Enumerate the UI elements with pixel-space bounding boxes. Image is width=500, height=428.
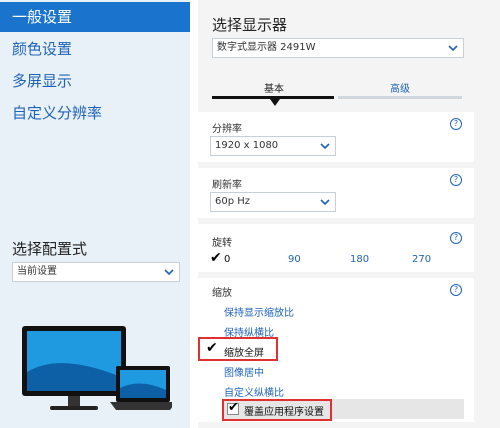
sidebar-item-custom-resolution[interactable]: 自定义分辨率 xyxy=(0,98,190,128)
profile-title: 选择配置式 xyxy=(12,240,88,258)
chevron-down-icon xyxy=(320,199,330,206)
scaling-option-center[interactable]: 图像居中 xyxy=(224,364,264,379)
override-label: 覆盖应用程序设置 xyxy=(244,407,324,418)
sidebar-item-color[interactable]: 颜色设置 xyxy=(0,34,190,64)
rotation-option-270[interactable]: 270 xyxy=(412,254,431,265)
rotation-option-180[interactable]: 180 xyxy=(350,254,369,265)
profile-select[interactable]: 当前设置 xyxy=(12,262,180,282)
scaling-option-custom-aspect[interactable]: 自定义纵横比 xyxy=(224,384,284,399)
sidebar: 一般设置 颜色设置 多屏显示 自定义分辨率 选择配置式 当前设置 xyxy=(0,0,190,428)
help-icon[interactable]: ? xyxy=(450,284,462,296)
tab-bar: 基本 高级 xyxy=(212,80,462,110)
rotation-card: 旋转 ? xyxy=(198,224,474,272)
resolution-select[interactable]: 1920 x 1080 xyxy=(210,136,336,156)
display-select[interactable]: 数字式显示器 2491W xyxy=(212,38,464,58)
checkmark-icon: ✔ xyxy=(206,340,218,356)
resolution-select-value: 1920 x 1080 xyxy=(215,140,279,151)
checkmark-icon: ✔ xyxy=(210,250,222,266)
tab-pointer-icon xyxy=(270,99,280,106)
help-icon[interactable]: ? xyxy=(450,118,462,130)
scaling-option-full-screen[interactable]: 缩放全屏 xyxy=(224,344,264,359)
tab-advanced-underline xyxy=(338,96,462,99)
refresh-card: 刷新率 ? 60p Hz xyxy=(198,168,474,218)
rotation-option-90[interactable]: 90 xyxy=(288,254,301,265)
checkmark-icon: ✔ xyxy=(228,400,239,415)
chevron-down-icon xyxy=(448,45,458,52)
chevron-down-icon xyxy=(164,269,174,276)
panel-title: 选择显示器 xyxy=(212,16,288,34)
sidebar-item-general[interactable]: 一般设置 xyxy=(0,2,190,32)
resolution-label: 分辨率 xyxy=(212,124,242,135)
refresh-label: 刷新率 xyxy=(212,180,242,191)
rotation-option-0[interactable]: 0 xyxy=(224,254,230,265)
resolution-card: 分辨率 ? 1920 x 1080 xyxy=(198,112,474,162)
rotation-label: 旋转 xyxy=(212,238,232,249)
refresh-select[interactable]: 60p Hz xyxy=(210,192,336,212)
tab-advanced[interactable]: 高级 xyxy=(390,80,410,95)
refresh-select-value: 60p Hz xyxy=(215,196,251,207)
tab-basic[interactable]: 基本 xyxy=(264,80,284,95)
scaling-option-keep-display[interactable]: 保持显示缩放比 xyxy=(224,304,294,319)
chevron-down-icon xyxy=(320,143,330,150)
help-icon[interactable]: ? xyxy=(450,174,462,186)
scaling-label: 缩放 xyxy=(212,288,232,299)
sidebar-item-multi-display[interactable]: 多屏显示 xyxy=(0,66,190,96)
settings-panel: 选择显示器 数字式显示器 2491W 基本 高级 分辨率 ? 1920 x 10… xyxy=(198,0,500,428)
profile-select-value: 当前设置 xyxy=(17,266,57,277)
display-select-value: 数字式显示器 2491W xyxy=(217,42,316,53)
help-icon[interactable]: ? xyxy=(450,232,462,244)
monitor-illustration xyxy=(22,326,172,410)
override-checkbox[interactable]: ✔ xyxy=(227,400,239,415)
